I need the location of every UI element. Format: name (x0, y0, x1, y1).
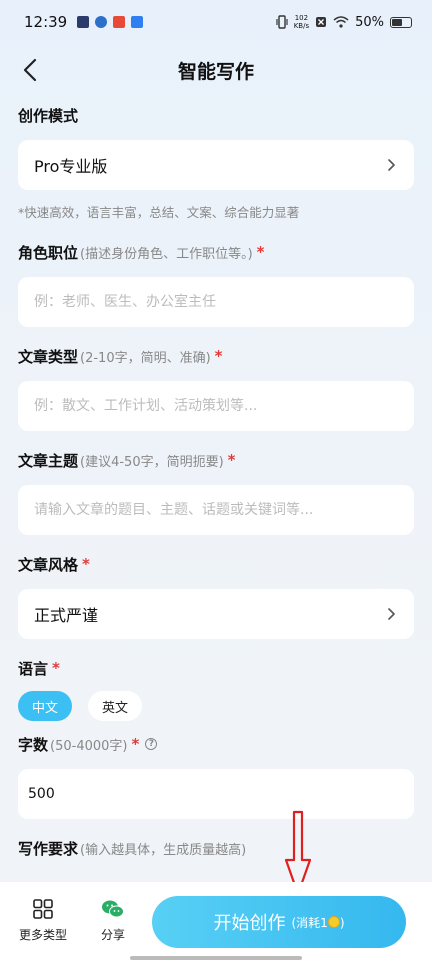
article-type-label-text: 文章类型 (18, 347, 79, 366)
coin-icon (327, 915, 340, 928)
no-sim-icon (316, 17, 327, 27)
mode-label-text: 创作模式 (18, 106, 79, 125)
page-title: 智能写作 (177, 60, 254, 83)
role-hint: (描述身份角色、工作职位等。) (80, 246, 253, 262)
role-label-text: 角色职位 (18, 243, 79, 262)
status-left: 12:39 (24, 13, 144, 31)
battery-icon (390, 16, 412, 28)
start-label: 开始创作 (213, 913, 286, 934)
role-input[interactable] (34, 277, 398, 327)
topic-required-mark: * (227, 451, 236, 469)
language-option-chinese[interactable]: 中文 (18, 691, 73, 721)
style-label: 文章风格 * (18, 553, 414, 575)
role-label: 角色职位 (描述身份角色、工作职位等。) * (18, 241, 414, 263)
language-label: 语言 * (18, 657, 414, 679)
app-icon-1 (77, 16, 90, 28)
chevron-right-icon (388, 608, 395, 620)
topic-label: 文章主题 (建议4-50字，简明扼要) * (18, 449, 414, 471)
word-count-hint: (50-4000字) (50, 738, 128, 754)
app-icon-2 (95, 16, 108, 28)
requirements-label-text: 写作要求 (18, 839, 79, 858)
more-types-button[interactable]: 更多类型 (8, 898, 78, 943)
topic-input[interactable] (34, 485, 398, 535)
status-right: 102 KB/s 50% (276, 14, 412, 30)
nav-bar: 智能写作 (0, 44, 432, 96)
battery-percent: 50% (355, 14, 384, 30)
requirements-label: 写作要求 (输入越具体，生成质量越高) (18, 837, 414, 859)
wifi-icon (333, 16, 349, 28)
language-options: 中文 英文 (18, 691, 414, 721)
word-count-input-card (18, 769, 414, 819)
wechat-icon (102, 900, 124, 918)
requirements-hint: (输入越具体，生成质量越高) (80, 842, 247, 858)
mode-value: Pro专业版 (34, 157, 108, 176)
bottom-bar: 更多类型 分享 开始创作 (消耗1) (0, 882, 432, 964)
topic-hint: (建议4-50字，简明扼要) (80, 454, 224, 470)
style-label-text: 文章风格 (18, 555, 79, 574)
back-button[interactable] (14, 54, 46, 86)
language-label-text: 语言 (18, 659, 49, 678)
role-input-card (18, 277, 414, 327)
style-value: 正式严谨 (34, 606, 99, 625)
chevron-left-icon (23, 58, 37, 82)
word-count-label: 字数 (50-4000字) * ? (18, 733, 414, 755)
home-indicator (130, 956, 302, 960)
article-type-label: 文章类型 (2-10字，简明、准确) * (18, 345, 414, 367)
chevron-right-icon (388, 159, 395, 171)
article-type-hint: (2-10字，简明、准确) (80, 350, 211, 366)
grid-icon (33, 899, 53, 919)
start-cost-text: (消耗1 (291, 915, 328, 930)
style-required-mark: * (82, 555, 90, 573)
word-count-label-text: 字数 (18, 735, 49, 754)
app-icon-3 (113, 16, 126, 28)
share-label: 分享 (100, 928, 125, 942)
form-content: 创作模式 Pro专业版 *快速高效，语言丰富，总结、文案、综合能力显著 角色职位… (0, 104, 432, 859)
vibrate-icon (276, 15, 288, 29)
mode-note: *快速高效，语言丰富，总结、文案、综合能力显著 (18, 205, 300, 220)
word-count-required-mark: * (131, 735, 140, 753)
app-icon-4 (131, 16, 144, 28)
net-speed-value: 102 (294, 14, 309, 22)
topic-input-card (18, 485, 414, 535)
mode-selector[interactable]: Pro专业版 (18, 140, 414, 190)
word-count-input[interactable] (28, 769, 398, 819)
status-time: 12:39 (24, 13, 68, 31)
net-speed: 102 KB/s (294, 14, 309, 30)
language-required-mark: * (52, 659, 60, 677)
article-type-input-card (18, 381, 414, 431)
start-writing-button[interactable]: 开始创作 (消耗1) (152, 896, 406, 948)
topic-label-text: 文章主题 (18, 451, 79, 470)
style-selector[interactable]: 正式严谨 (18, 589, 414, 639)
status-bar: 12:39 102 KB/s 50% (0, 0, 432, 44)
role-required-mark: * (256, 243, 265, 261)
help-icon[interactable]: ? (145, 738, 158, 750)
mode-label: 创作模式 (18, 104, 414, 126)
article-type-required-mark: * (214, 347, 223, 365)
language-option-english[interactable]: 英文 (88, 691, 143, 721)
net-speed-unit: KB/s (293, 22, 310, 30)
share-button[interactable]: 分享 (78, 898, 148, 943)
more-types-label: 更多类型 (18, 928, 67, 942)
start-cost: (消耗1) (291, 914, 345, 931)
article-type-input[interactable] (34, 381, 398, 431)
start-cost-end: ) (339, 915, 345, 930)
